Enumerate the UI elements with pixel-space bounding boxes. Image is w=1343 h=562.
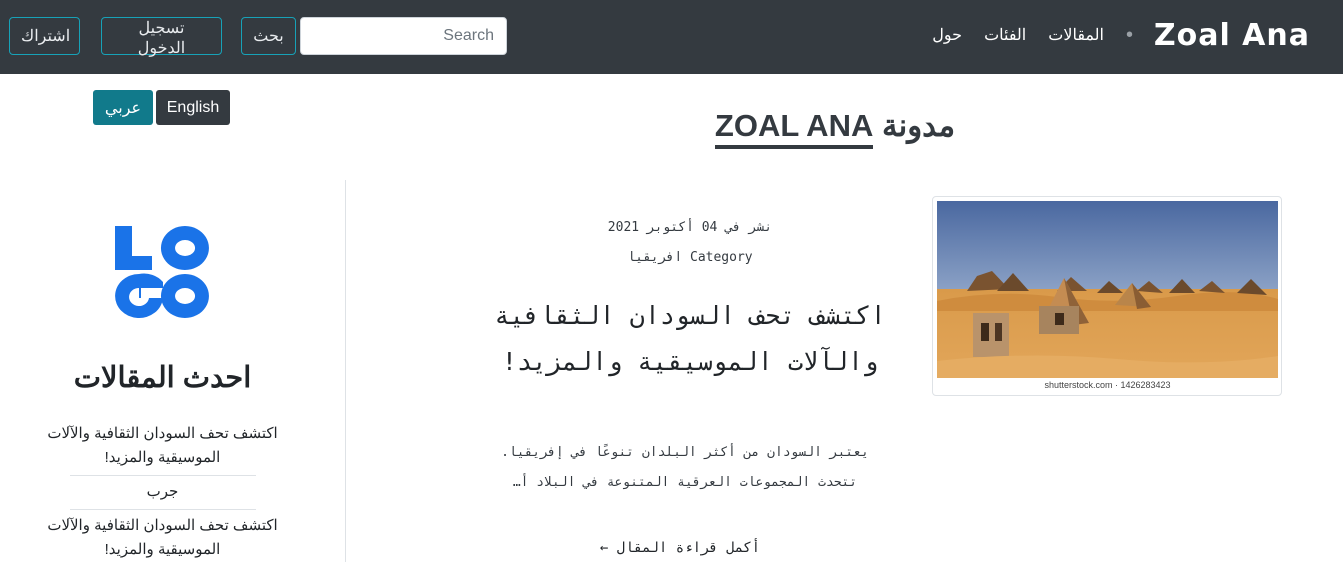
signup-button[interactable]: اشتراك xyxy=(9,17,80,55)
language-arabic-button[interactable]: عربي xyxy=(93,90,153,125)
language-english-button[interactable]: English xyxy=(156,90,230,125)
page-title: مدونة ZOAL ANA xyxy=(600,108,1070,149)
pyramids-illustration xyxy=(937,201,1278,378)
logo-icon xyxy=(115,226,209,318)
post-category[interactable]: Category افريقيا xyxy=(520,250,860,265)
nav-link-articles[interactable]: المقالات xyxy=(1048,25,1104,45)
page-title-brand: ZOAL ANA xyxy=(714,108,874,149)
post-date: نشر في 04 أكتوبر 2021 xyxy=(607,220,773,235)
image-credit: shutterstock.com · 1426283423 xyxy=(937,378,1278,392)
recent-article-item[interactable]: جرب xyxy=(30,480,295,504)
post-excerpt: يعتبر السودان من أكثر البلدان تنوعًا في … xyxy=(501,445,869,490)
brand-logo-text[interactable]: Zoal Ana xyxy=(1154,18,1310,53)
recent-article-item[interactable]: اكتشف تحف السودان الثقافية والآلات الموس… xyxy=(30,422,295,470)
nav-bullet-icon: • xyxy=(1125,24,1133,46)
post-image-frame[interactable]: shutterstock.com · 1426283423 xyxy=(932,196,1282,396)
post-title[interactable]: اكتشف تحف السودان الثقافية والآلات الموس… xyxy=(460,293,920,385)
navbar: Zoal Ana • المقالات الفئات حول بحث تسجيل… xyxy=(0,0,1343,74)
nav-link-categories[interactable]: الفئات xyxy=(984,25,1026,45)
recent-articles-list: اكتشف تحف السودان الثقافية والآلات الموس… xyxy=(30,422,295,562)
search-button[interactable]: بحث xyxy=(241,17,296,55)
post-image-pyramids[interactable]: shutterstock.com · 1426283423 xyxy=(937,201,1278,392)
search-input[interactable] xyxy=(300,17,507,55)
login-button[interactable]: تسجيل الدخول xyxy=(101,17,222,57)
list-divider xyxy=(69,509,256,510)
read-more-link[interactable]: أكمل قراءة المقال ← xyxy=(560,540,800,556)
sidebar-title: احدث المقالات xyxy=(73,362,252,394)
nav-links: • المقالات الفئات حول xyxy=(932,25,1133,45)
column-divider xyxy=(345,180,346,562)
list-divider xyxy=(69,475,256,476)
nav-link-about[interactable]: حول xyxy=(932,25,962,45)
recent-article-item[interactable]: اكتشف تحف السودان الثقافية والآلات الموس… xyxy=(30,514,295,562)
page-title-prefix: مدونة xyxy=(881,108,956,143)
